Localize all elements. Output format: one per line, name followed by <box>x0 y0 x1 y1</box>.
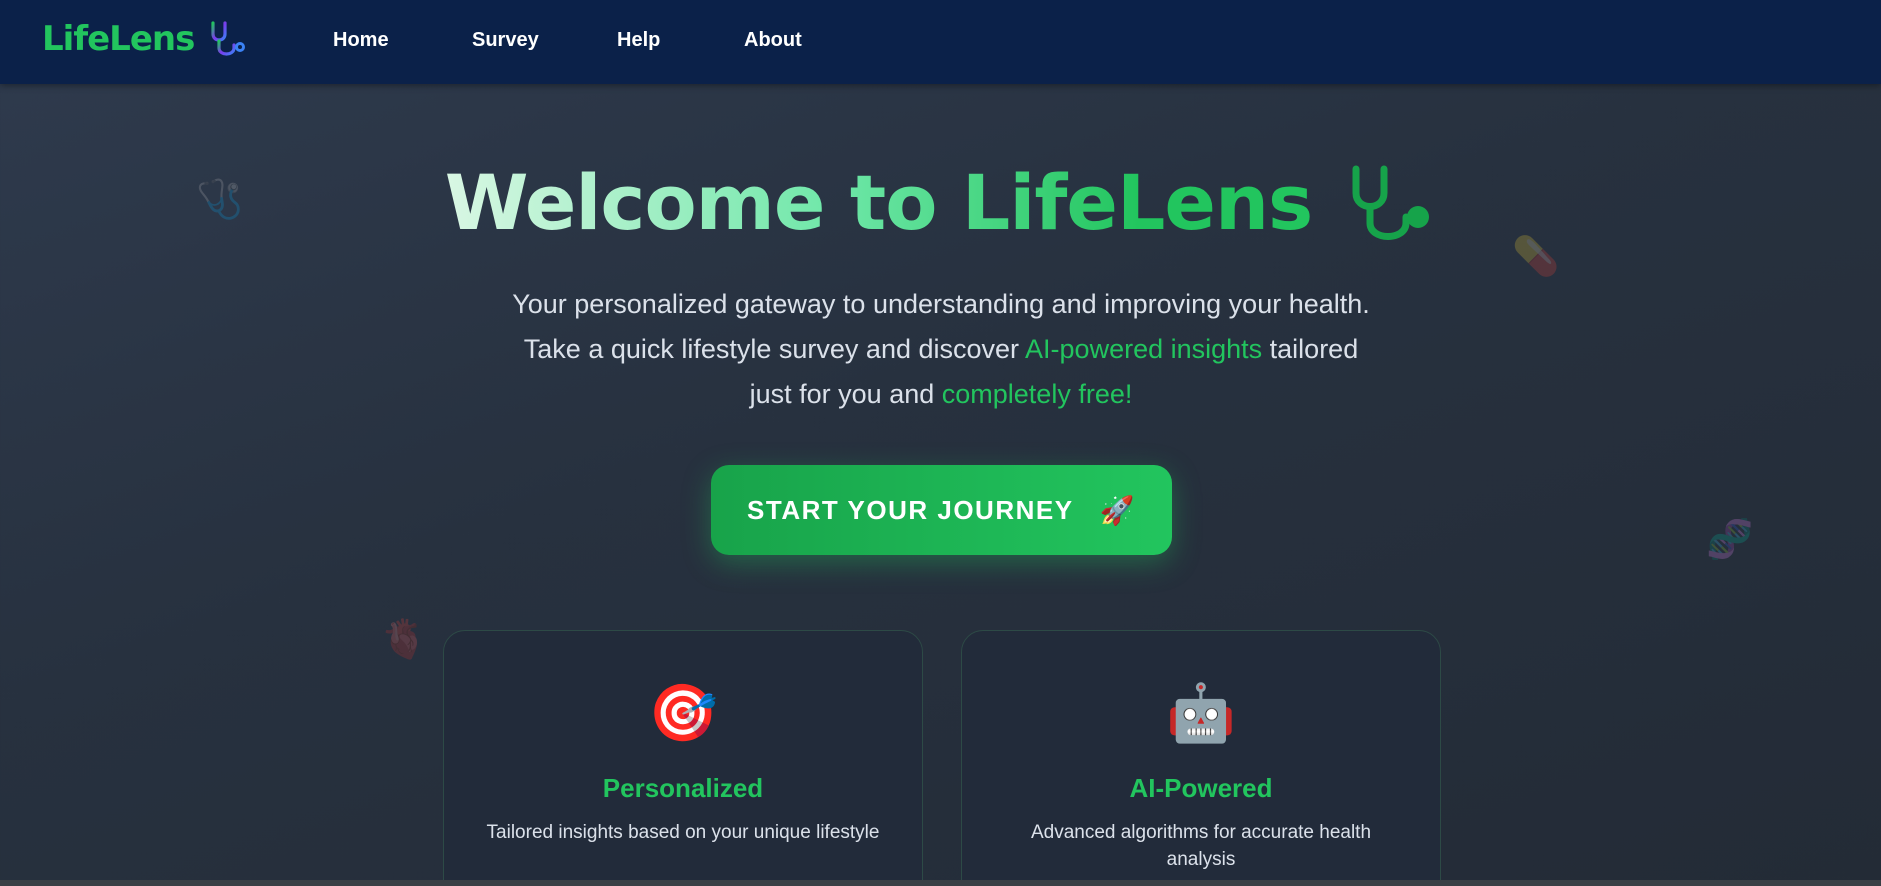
target-icon: 🎯 <box>648 681 718 744</box>
feature-title: Personalized <box>602 773 764 803</box>
feature-card-personalized: 🎯 Personalized Tailored insights based o… <box>443 630 923 886</box>
start-journey-label: START YOUR JOURNEY <box>747 494 1074 525</box>
bottom-edge <box>0 880 1881 886</box>
hero-subtitle: Your personalized gateway to understandi… <box>500 282 1382 417</box>
feature-title: AI-Powered <box>1129 773 1273 803</box>
feature-description: Advanced algorithms for accurate health … <box>1030 822 1372 870</box>
feature-description: Tailored insights based on your unique l… <box>486 822 880 843</box>
feature-card-ai-powered: 🤖 AI-Powered Advanced algorithms for acc… <box>961 630 1441 886</box>
dna-decor-icon: 🧬 <box>1706 519 1754 561</box>
nav-link-home[interactable]: Home <box>333 29 389 52</box>
stethoscope-icon <box>1352 165 1430 240</box>
hero-title-brand: LifeLens <box>961 158 1313 247</box>
nav-link-about[interactable]: About <box>744 29 802 52</box>
navbar: LifeLens Home Survey Help About <box>0 0 1881 84</box>
subtitle-highlight-ai: AI-powered insights <box>1025 334 1263 364</box>
hero-title-welcome: Welcome to <box>444 158 962 247</box>
stethoscope-icon <box>211 21 245 56</box>
nav-link-help[interactable]: Help <box>617 29 660 52</box>
logo[interactable]: LifeLens <box>42 19 195 59</box>
nav-link-survey[interactable]: Survey <box>472 29 539 52</box>
robot-icon: 🤖 <box>1166 681 1236 744</box>
hero-title: Welcome to LifeLens <box>0 158 1881 247</box>
subtitle-highlight-free: completely free! <box>941 379 1133 409</box>
rocket-icon: 🚀 <box>1099 494 1136 526</box>
start-journey-button[interactable]: START YOUR JOURNEY 🚀 <box>711 465 1172 555</box>
heart-decor-icon: 🫀 <box>380 619 428 661</box>
